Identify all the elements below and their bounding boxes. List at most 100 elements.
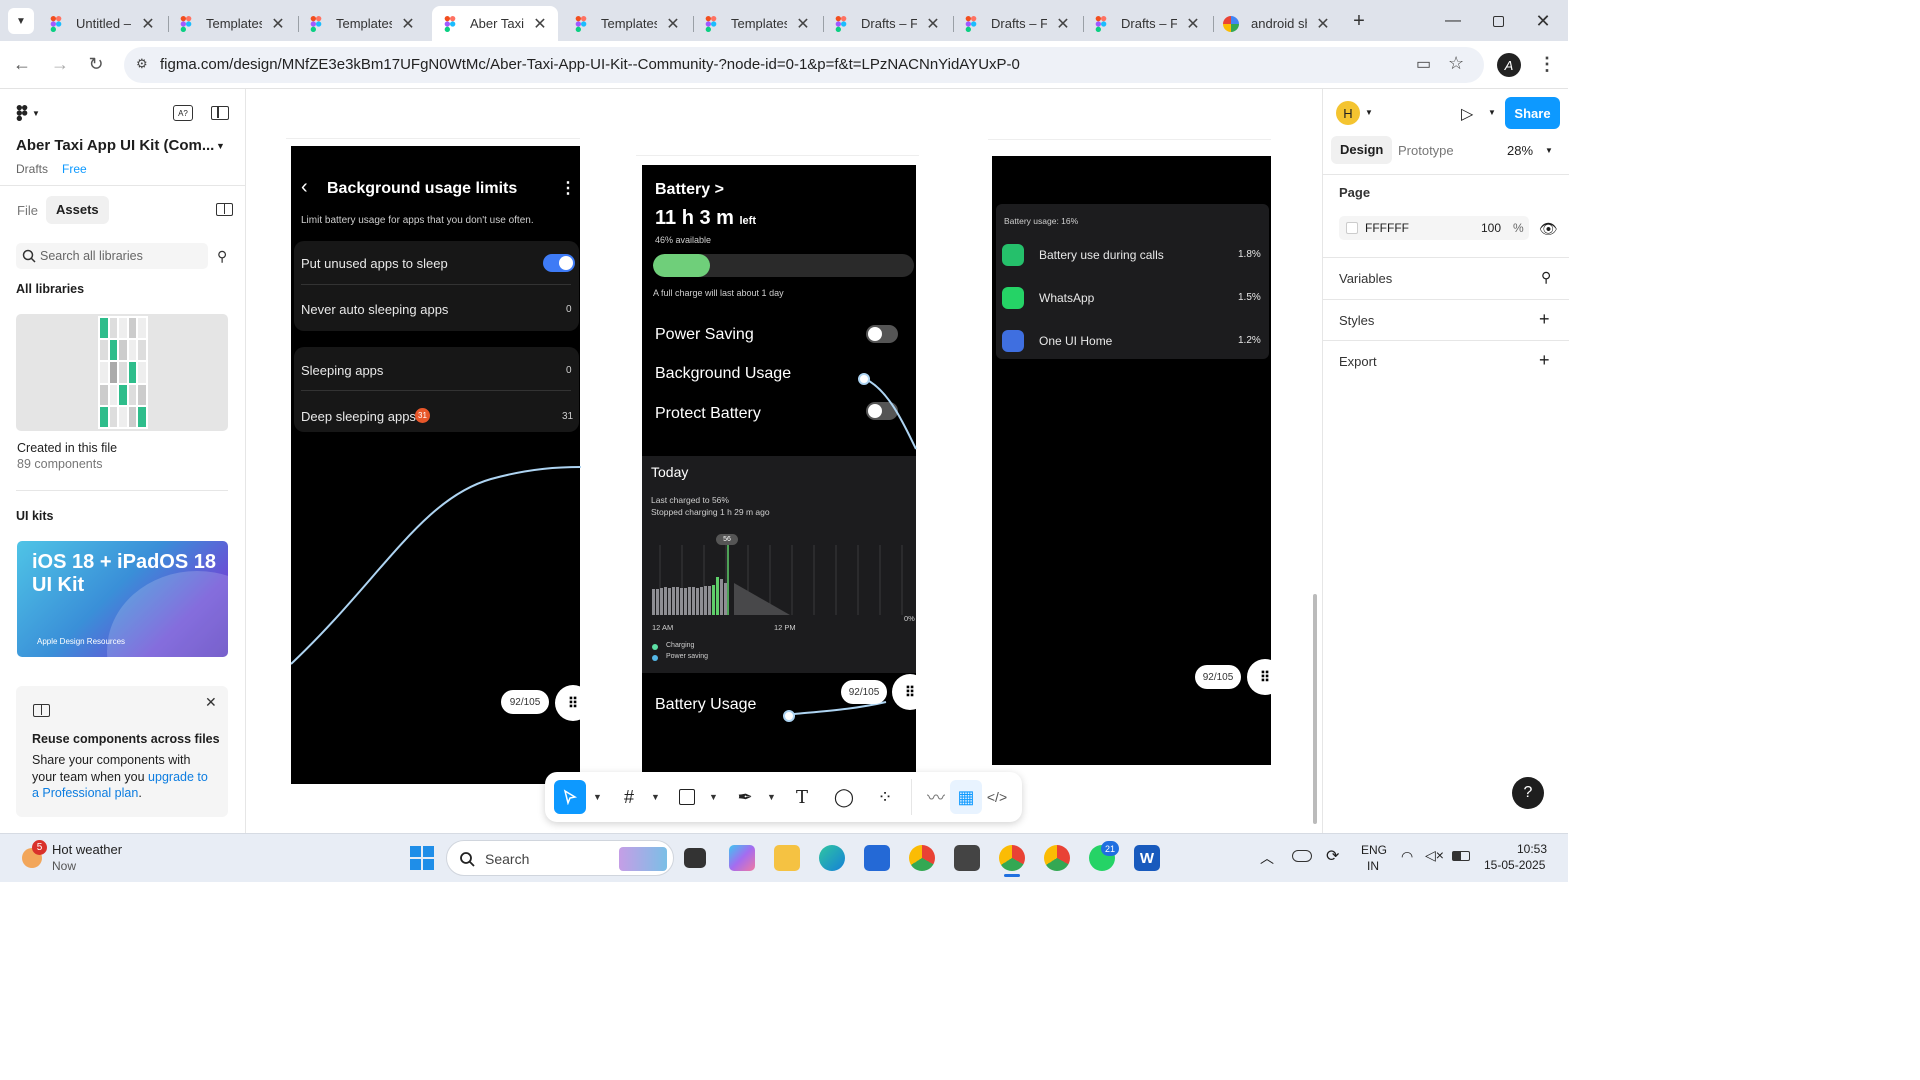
url-text[interactable]: figma.com/design/MNfZE3e3kBm17UFgN0WtMc/… xyxy=(160,56,1020,73)
clock-date[interactable]: 15-05-2025 xyxy=(1484,858,1545,872)
screen3-page-pill[interactable]: 92/105 xyxy=(1195,665,1241,689)
close-tab-icon[interactable]: ✕ xyxy=(270,14,286,34)
chrome-profile-icon[interactable] xyxy=(999,845,1025,871)
close-tab-icon[interactable]: ✕ xyxy=(532,14,548,34)
start-button[interactable] xyxy=(410,846,434,870)
pen-tool-button[interactable]: ✒ xyxy=(729,780,761,814)
variables-settings-icon[interactable]: ⚲ xyxy=(1541,269,1551,286)
screen1-page-pill[interactable]: 92/105 xyxy=(501,690,549,714)
shape-tool-button[interactable] xyxy=(671,780,703,814)
prototype-connection[interactable] xyxy=(291,459,581,669)
tab-search-button[interactable]: ▼ xyxy=(8,8,34,34)
present-play-icon[interactable]: ▷ xyxy=(1461,104,1473,124)
lang-in[interactable]: IN xyxy=(1367,859,1379,873)
ai-icon[interactable]: A? xyxy=(173,105,193,121)
zoom-level[interactable]: 28% xyxy=(1507,143,1533,158)
screen2-drag-handle[interactable]: ⠿ xyxy=(892,674,928,710)
bookmark-star-icon[interactable]: ☆ xyxy=(1448,53,1464,74)
close-tab-icon[interactable]: ✕ xyxy=(795,14,811,34)
put-unused-toggle[interactable] xyxy=(543,254,575,272)
close-tab-icon[interactable]: ✕ xyxy=(1185,14,1201,34)
copilot-icon[interactable] xyxy=(729,845,755,871)
chevron-down-icon[interactable]: ▼ xyxy=(1365,108,1373,117)
move-tool-button[interactable] xyxy=(554,780,586,814)
close-tab-icon[interactable]: ✕ xyxy=(1055,14,1071,34)
canvas-scrollbar[interactable] xyxy=(1313,594,1317,824)
page-color-field[interactable]: FFFFFF 100 % xyxy=(1339,216,1529,240)
promo-close-icon[interactable]: ✕ xyxy=(205,694,217,711)
filter-icon[interactable]: ⚲ xyxy=(217,248,227,265)
toggle-sidebar-icon[interactable] xyxy=(211,106,229,120)
background-usage-label[interactable]: Background Usage xyxy=(655,365,791,383)
volume-muted-icon[interactable]: ◁× xyxy=(1425,847,1444,864)
back-chevron-icon[interactable]: ‹ xyxy=(301,176,308,199)
page-color-value[interactable]: FFFFFF xyxy=(1365,221,1409,235)
tray-chevron-up-icon[interactable]: ︿ xyxy=(1260,848,1274,868)
lang-eng[interactable]: ENG xyxy=(1361,843,1387,857)
task-view-icon[interactable] xyxy=(684,848,706,868)
clock-time[interactable]: 10:53 xyxy=(1517,842,1547,856)
battery-icon[interactable] xyxy=(1452,851,1470,861)
chrome-icon[interactable] xyxy=(909,845,935,871)
battery-title[interactable]: Battery > xyxy=(655,181,724,199)
edge-icon[interactable] xyxy=(819,845,845,871)
screen1-drag-handle[interactable]: ⠿ xyxy=(555,685,591,721)
chevron-down-icon[interactable]: ▼ xyxy=(651,792,660,802)
share-button[interactable]: Share xyxy=(1505,97,1560,129)
library-thumbnail[interactable] xyxy=(16,314,228,431)
chevron-down-icon[interactable]: ▼ xyxy=(1488,108,1496,117)
browser-tab[interactable]: android sh ✕ xyxy=(1213,6,1341,41)
file-name[interactable]: Aber Taxi App UI Kit (Com... xyxy=(16,137,214,154)
figma-menu-icon[interactable]: ▼ xyxy=(16,105,46,121)
eye-icon[interactable]: 👁 xyxy=(1539,220,1558,238)
browser-menu-icon[interactable]: ⋮ xyxy=(1538,54,1556,75)
clipboard-icon[interactable]: ▭ xyxy=(1416,54,1431,74)
onedrive-icon[interactable] xyxy=(1292,850,1312,862)
weather-title[interactable]: Hot weather xyxy=(52,842,122,857)
browser-tab[interactable]: Templates ✕ xyxy=(298,6,426,41)
browser-tab[interactable]: Templates ✕ xyxy=(563,6,691,41)
app-name[interactable]: One UI Home xyxy=(1039,334,1112,348)
help-button[interactable]: ? xyxy=(1512,777,1544,809)
close-tab-icon[interactable]: ✕ xyxy=(925,14,941,34)
back-button[interactable]: ← xyxy=(8,50,36,78)
screen2-page-pill[interactable]: 92/105 xyxy=(841,680,887,704)
app-name[interactable]: Battery use during calls xyxy=(1039,248,1164,262)
taskbar-search[interactable]: Search xyxy=(446,840,674,876)
chevron-down-icon[interactable]: ▼ xyxy=(1545,146,1553,155)
close-window-button[interactable]: ✕ xyxy=(1530,8,1556,34)
tab-prototype[interactable]: Prototype xyxy=(1398,143,1454,158)
file-explorer-icon[interactable] xyxy=(774,845,800,871)
browser-tab[interactable]: Drafts – Fi ✕ xyxy=(953,6,1081,41)
text-tool-button[interactable]: T xyxy=(786,780,818,814)
frame-tool-button[interactable]: # xyxy=(613,780,645,814)
close-tab-icon[interactable]: ✕ xyxy=(1315,14,1331,34)
browser-tab[interactable]: Templates ✕ xyxy=(168,6,296,41)
page-opacity-value[interactable]: 100 xyxy=(1481,221,1501,235)
search-libraries-input[interactable]: Search all libraries xyxy=(16,243,208,269)
power-saving-toggle[interactable] xyxy=(866,325,898,343)
project-name[interactable]: Drafts xyxy=(16,162,48,176)
reload-button[interactable]: ↻ xyxy=(82,50,110,78)
minimize-button[interactable]: — xyxy=(1440,8,1466,34)
ios-kit-card[interactable]: iOS 18 + iPadOS 18 UI Kit Apple Design R… xyxy=(17,541,228,657)
forward-button[interactable]: → xyxy=(46,50,74,78)
design-mode-button[interactable]: ▦ xyxy=(950,780,982,814)
actions-tool-button[interactable]: ⁘ xyxy=(869,780,901,814)
address-bar[interactable]: ⚙ figma.com/design/MNfZE3e3kBm17UFgN0WtM… xyxy=(124,47,1484,83)
store-icon[interactable] xyxy=(864,845,890,871)
color-swatch[interactable] xyxy=(1346,222,1358,234)
dev-mode-button[interactable]: </> xyxy=(981,780,1013,814)
comment-tool-button[interactable]: ◯ xyxy=(828,780,860,814)
profile-avatar[interactable]: A xyxy=(1497,53,1521,77)
more-options-icon[interactable]: ⋮ xyxy=(560,178,576,198)
add-style-icon[interactable]: + xyxy=(1539,309,1550,330)
close-tab-icon[interactable]: ✕ xyxy=(140,14,156,34)
close-tab-icon[interactable]: ✕ xyxy=(400,14,416,34)
chevron-down-icon[interactable]: ▼ xyxy=(767,792,776,802)
created-title[interactable]: Created in this file xyxy=(17,441,117,455)
new-tab-button[interactable]: + xyxy=(1346,8,1372,34)
word-icon[interactable]: W xyxy=(1134,845,1160,871)
close-tab-icon[interactable]: ✕ xyxy=(665,14,681,34)
chevron-down-icon[interactable]: ▼ xyxy=(709,792,718,802)
